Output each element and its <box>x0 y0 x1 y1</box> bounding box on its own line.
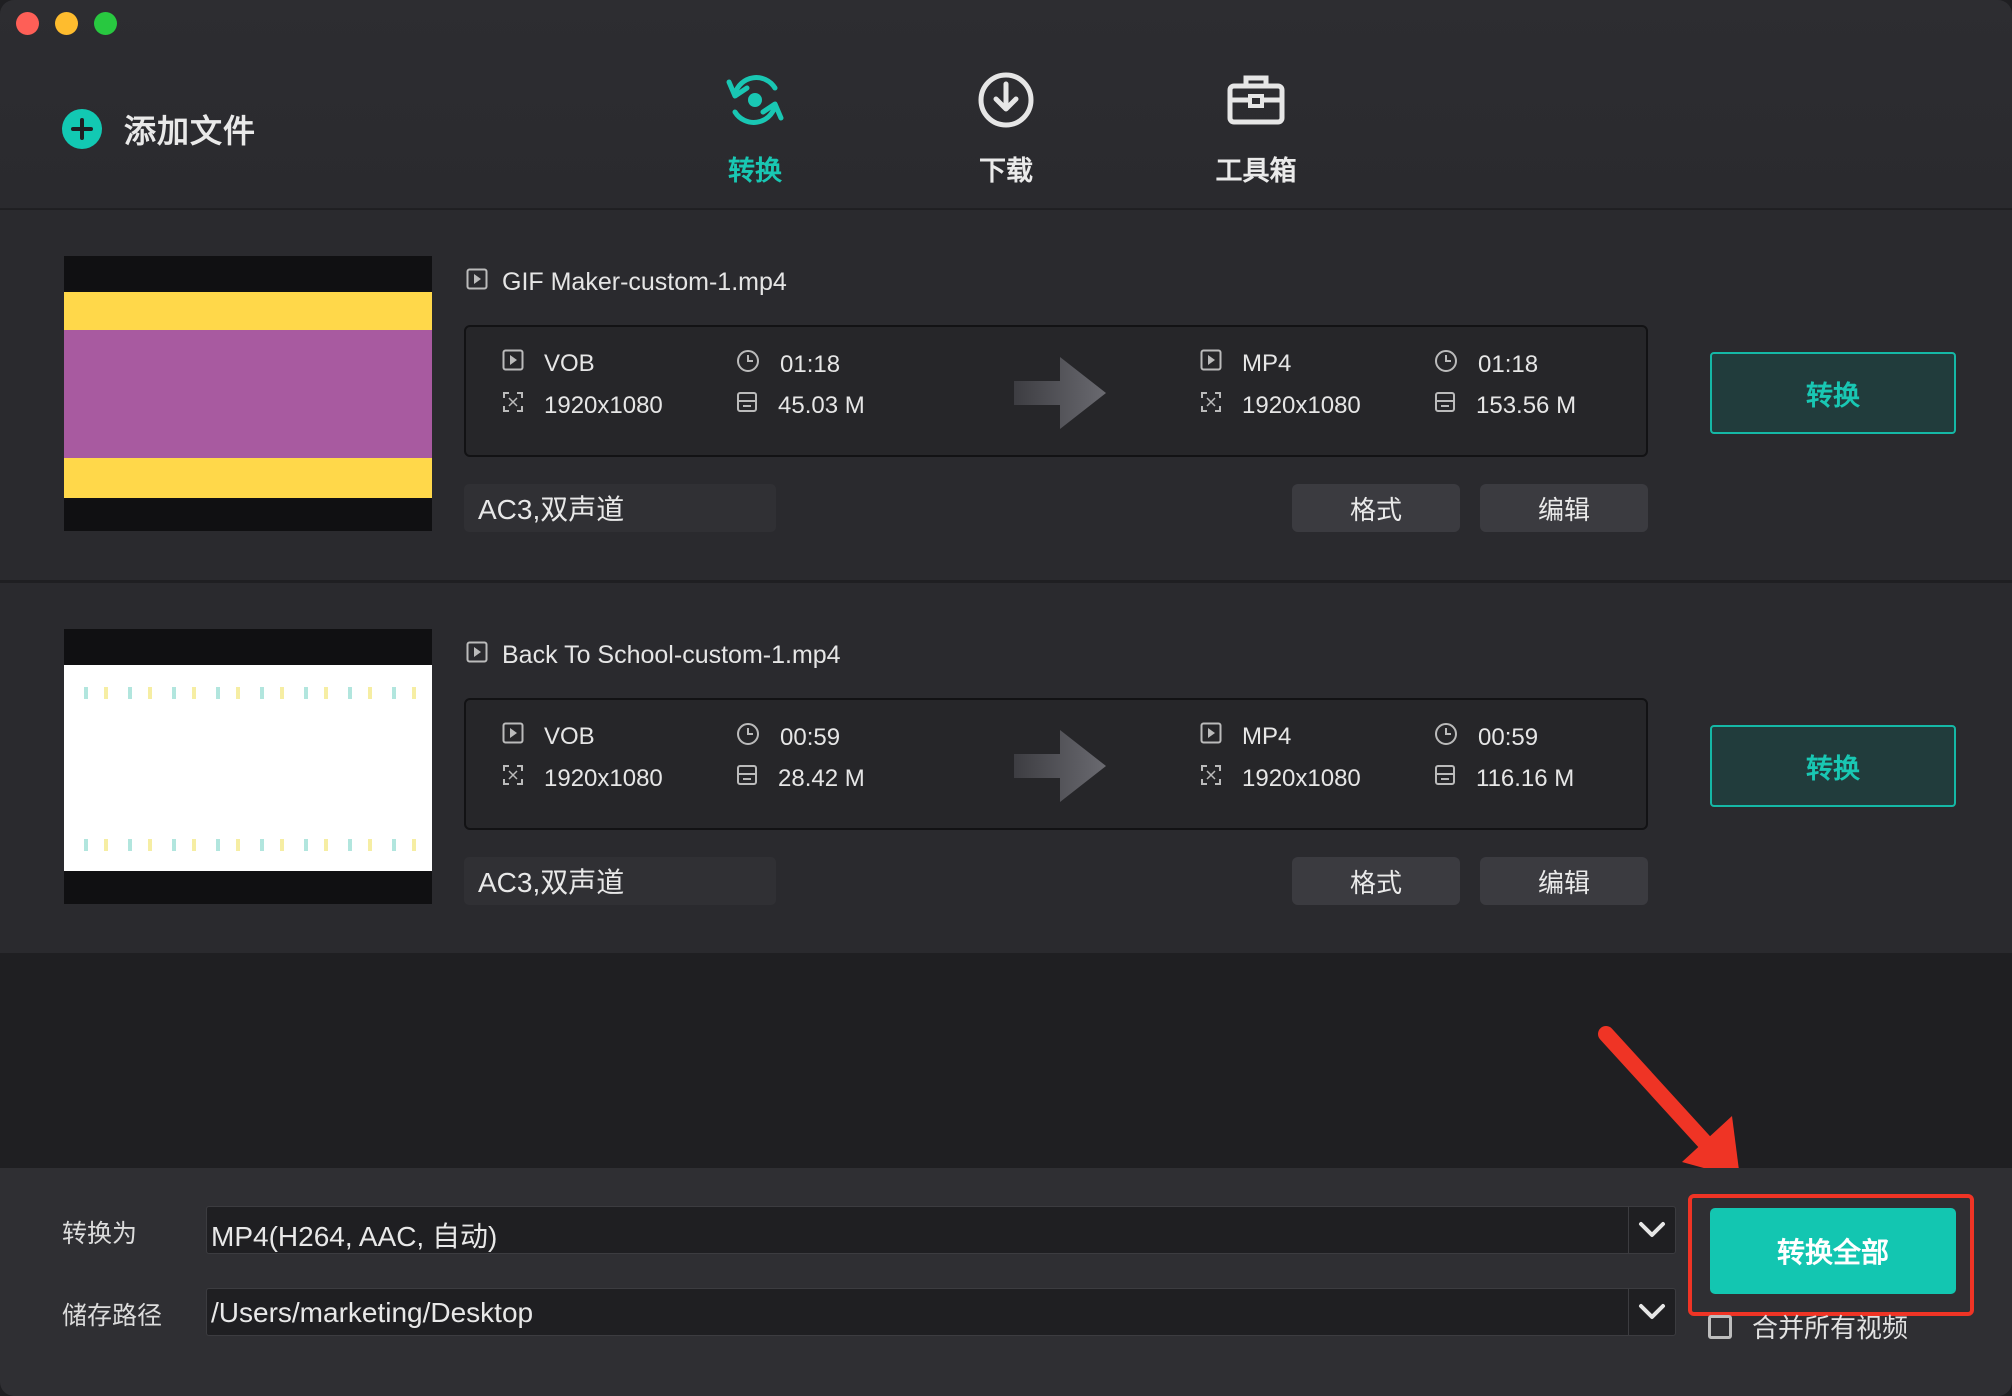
convert-button[interactable]: 转换 <box>1710 725 1956 807</box>
target-duration: 00:59 <box>1434 722 1538 753</box>
clock-icon <box>736 722 760 753</box>
file-row: GIF Maker-custom-1.mp4 VOB 01:18 1920x10… <box>0 210 2012 580</box>
video-file-icon <box>466 641 488 670</box>
add-file-label: 添加文件 <box>124 113 257 149</box>
toolbox-icon <box>1226 70 1286 135</box>
audio-track-selector[interactable]: AC3,双声道 <box>464 857 776 905</box>
edit-button[interactable]: 编辑 <box>1480 857 1648 905</box>
app-window: 添加文件 转换 下载 工具箱 GIF Maker-custom-1.mp4 VO… <box>0 0 2012 1396</box>
minimize-window-button[interactable] <box>55 12 78 35</box>
save-path-value: /Users/marketing/Desktop <box>211 1297 534 1328</box>
convert-all-button[interactable]: 转换全部 <box>1710 1208 1956 1294</box>
target-format: MP4 <box>1200 722 1291 751</box>
convert-arrow-icon <box>1014 730 1106 807</box>
window-controls <box>16 12 117 35</box>
source-resolution: 1920x1080 <box>502 391 663 420</box>
file-name: GIF Maker-custom-1.mp4 <box>466 268 787 297</box>
output-format-value: MP4(H264, AAC, 自动) <box>211 1221 498 1252</box>
tab-download[interactable]: 下载 <box>916 70 1096 188</box>
top-toolbar: 添加文件 转换 下载 工具箱 <box>0 0 2012 209</box>
file-name: Back To School-custom-1.mp4 <box>466 641 841 670</box>
tab-toolbox[interactable]: 工具箱 <box>1166 70 1346 188</box>
video-format-icon <box>1200 722 1222 751</box>
save-path-select[interactable]: /Users/marketing/Desktop <box>206 1288 1676 1336</box>
convert-arrow-icon <box>1014 357 1106 434</box>
tab-toolbox-label: 工具箱 <box>1215 156 1297 186</box>
resolution-icon <box>1200 764 1222 793</box>
merge-label: 合并所有视频 <box>1752 1313 1909 1343</box>
file-size-icon <box>1434 391 1456 420</box>
source-resolution: 1920x1080 <box>502 764 663 793</box>
merge-videos-option[interactable]: 合并所有视频 <box>1708 1308 1908 1345</box>
source-duration: 01:18 <box>736 349 840 380</box>
resolution-icon <box>502 391 524 420</box>
convert-button[interactable]: 转换 <box>1710 352 1956 434</box>
source-size: 45.03 M <box>736 391 865 420</box>
output-format-select[interactable]: MP4(H264, AAC, 自动) <box>206 1206 1676 1254</box>
save-path-label: 储存路径 <box>62 1302 163 1330</box>
tab-convert-label: 转换 <box>728 156 782 186</box>
merge-checkbox[interactable] <box>1708 1314 1732 1339</box>
chevron-down-icon[interactable] <box>1628 1207 1675 1253</box>
video-format-icon <box>502 722 524 751</box>
target-resolution: 1920x1080 <box>1200 391 1361 420</box>
source-format: VOB <box>502 349 595 378</box>
format-button[interactable]: 格式 <box>1292 484 1460 532</box>
video-thumbnail <box>64 629 432 904</box>
convert-refresh-icon <box>725 70 785 135</box>
clock-icon <box>1434 349 1458 380</box>
file-size-icon <box>736 391 758 420</box>
video-format-icon <box>502 349 524 378</box>
clock-icon <box>1434 722 1458 753</box>
resolution-icon <box>502 764 524 793</box>
file-size-icon <box>1434 764 1456 793</box>
add-file-button[interactable]: 添加文件 <box>62 106 256 152</box>
video-format-icon <box>1200 349 1222 378</box>
source-duration: 00:59 <box>736 722 840 753</box>
maximize-window-button[interactable] <box>94 12 117 35</box>
target-size: 153.56 M <box>1434 391 1576 420</box>
format-button[interactable]: 格式 <box>1292 857 1460 905</box>
close-window-button[interactable] <box>16 12 39 35</box>
audio-track-selector[interactable]: AC3,双声道 <box>464 484 776 532</box>
target-format: MP4 <box>1200 349 1291 378</box>
target-size: 116.16 M <box>1434 764 1574 793</box>
target-resolution: 1920x1080 <box>1200 764 1361 793</box>
file-name-text: Back To School-custom-1.mp4 <box>502 641 841 669</box>
conversion-info-box: VOB 00:59 1920x1080 28.42 M MP4 00:59 19… <box>464 698 1648 830</box>
edit-button[interactable]: 编辑 <box>1480 484 1648 532</box>
resolution-icon <box>1200 391 1222 420</box>
target-duration: 01:18 <box>1434 349 1538 380</box>
clock-icon <box>736 349 760 380</box>
file-name-text: GIF Maker-custom-1.mp4 <box>502 268 787 296</box>
video-file-icon <box>466 268 488 297</box>
source-size: 28.42 M <box>736 764 865 793</box>
bottom-bar: 转换为 MP4(H264, AAC, 自动) 储存路径 /Users/marke… <box>0 1168 2012 1396</box>
tab-download-label: 下载 <box>979 156 1033 186</box>
video-thumbnail <box>64 256 432 531</box>
chevron-down-icon[interactable] <box>1628 1289 1675 1335</box>
file-row: Back To School-custom-1.mp4 VOB 00:59 19… <box>0 583 2012 953</box>
conversion-info-box: VOB 01:18 1920x1080 45.03 M MP4 01:18 19… <box>464 325 1648 457</box>
tab-convert[interactable]: 转换 <box>665 70 845 188</box>
file-size-icon <box>736 764 758 793</box>
plus-circle-icon <box>62 109 102 149</box>
download-icon <box>976 70 1036 135</box>
source-format: VOB <box>502 722 595 751</box>
convert-to-label: 转换为 <box>62 1220 138 1248</box>
